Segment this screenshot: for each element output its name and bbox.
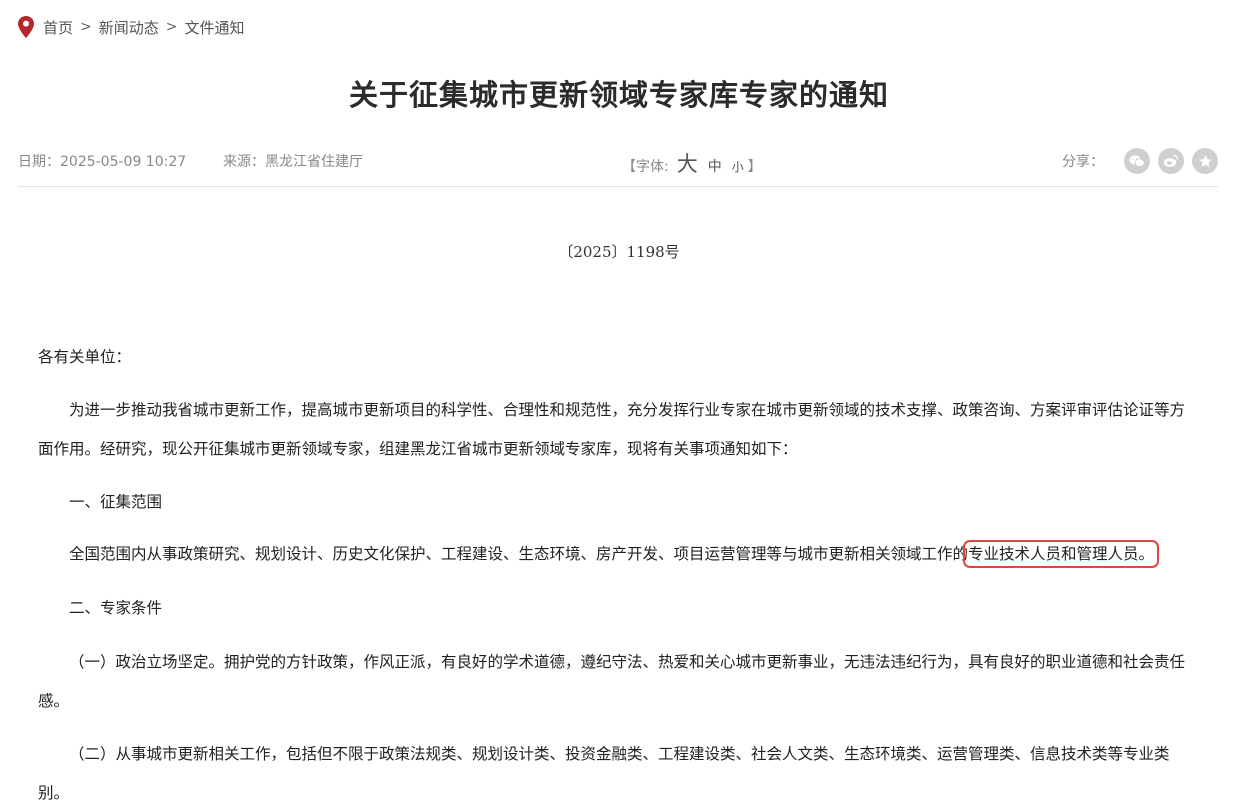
font-size-switcher: 【字体: 大 中 小 】 xyxy=(622,148,762,178)
condition-one: （一）政治立场坚定。拥护党的方针政策，作风正派，有良好的学术道德，遵纪守法、热爱… xyxy=(38,653,1186,710)
article-source: 来源：黑龙江省住建厅 xyxy=(223,154,363,170)
condition-two: （二）从事城市更新相关工作，包括但不限于政策法规类、规划设计类、投资金融类、工程… xyxy=(38,745,1170,802)
wechat-icon[interactable] xyxy=(1124,148,1150,174)
location-pin-icon xyxy=(18,16,34,38)
share-label: 分享： xyxy=(1062,154,1104,170)
font-size-medium-button[interactable]: 中 xyxy=(708,156,722,176)
document-number: 〔2025〕1198号 xyxy=(558,243,680,261)
publish-date: 日期：2025-05-09 10:27 xyxy=(18,154,187,170)
meta-divider xyxy=(18,186,1218,187)
section-heading-scope: 一、征集范围 xyxy=(69,493,163,511)
breadcrumb-separator: > xyxy=(165,19,178,35)
breadcrumb-news-link[interactable]: 新闻动态 xyxy=(99,17,159,38)
share-bar: 分享： xyxy=(1062,148,1218,174)
highlighted-text: 专业技术人员和管理人员。 xyxy=(963,540,1160,568)
breadcrumb: 首页 > 新闻动态 > 文件通知 xyxy=(18,14,245,40)
favorite-icon[interactable] xyxy=(1192,148,1218,174)
font-size-bracket: 】 xyxy=(747,159,762,175)
weibo-icon[interactable] xyxy=(1158,148,1184,174)
article-meta: 日期：2025-05-09 10:27 来源：黑龙江省住建厅 【字体: 大 中 … xyxy=(18,148,1218,176)
intro-paragraph: 为进一步推动我省城市更新工作，提高城市更新项目的科学性、合理性和规范性，充分发挥… xyxy=(38,401,1186,458)
breadcrumb-notices-link[interactable]: 文件通知 xyxy=(185,17,245,38)
section-heading-conditions: 二、专家条件 xyxy=(69,599,163,617)
font-size-large-button[interactable]: 大 xyxy=(677,148,698,178)
scope-text: 全国范围内从事政策研究、规划设计、历史文化保护、工程建设、生态环境、房产开发、项… xyxy=(69,545,969,563)
salutation: 各有关单位： xyxy=(38,348,132,366)
scope-paragraph: 全国范围内从事政策研究、规划设计、历史文化保护、工程建设、生态环境、房产开发、项… xyxy=(38,535,1200,574)
article-title: 关于征集城市更新领域专家库专家的通知 xyxy=(348,78,889,112)
breadcrumb-home-link[interactable]: 首页 xyxy=(43,17,73,38)
breadcrumb-separator: > xyxy=(80,19,92,35)
font-size-small-button[interactable]: 小 xyxy=(732,158,744,175)
font-size-label: 【字体: xyxy=(622,159,669,175)
